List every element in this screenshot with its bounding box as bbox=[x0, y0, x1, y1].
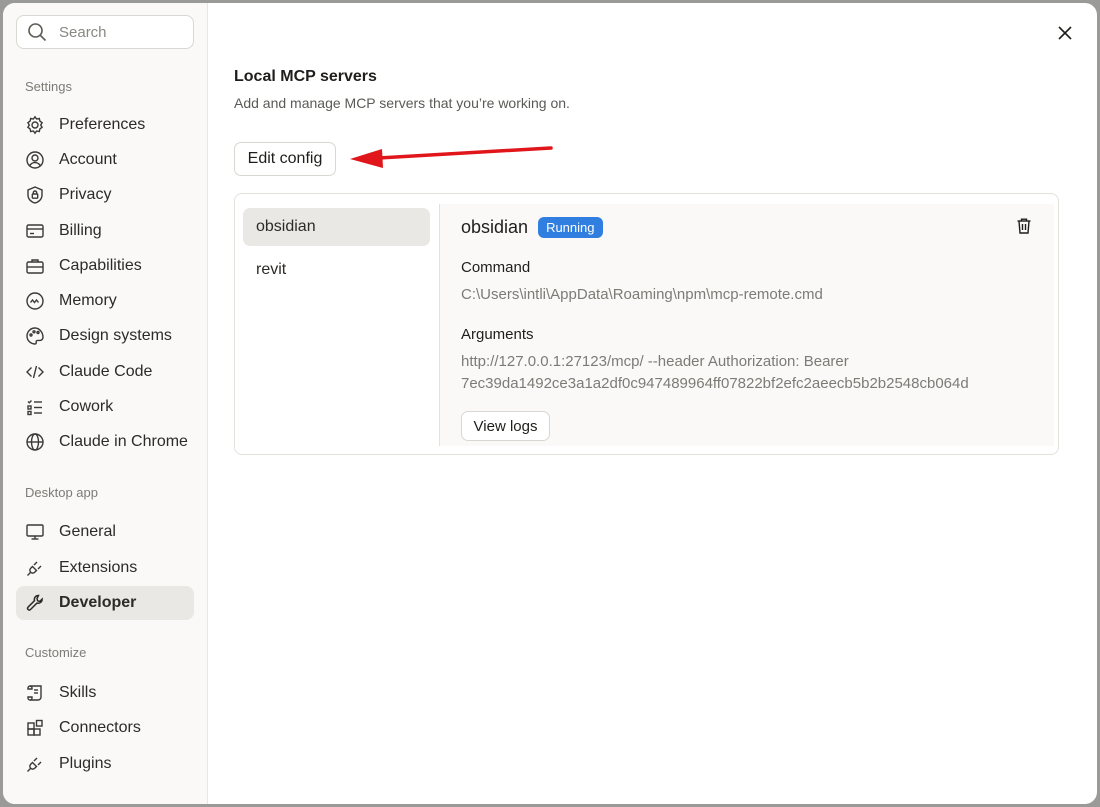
sidebar: Search Settings Preferences Account Priv… bbox=[3, 3, 208, 804]
shield-lock-icon bbox=[27, 186, 43, 204]
plug-icon bbox=[27, 561, 42, 576]
sidebar-item-account[interactable]: Account bbox=[16, 143, 194, 177]
delete-server-button[interactable] bbox=[1016, 217, 1032, 235]
blocks-icon bbox=[27, 719, 43, 736]
sidebar-item-capabilities[interactable]: Capabilities bbox=[16, 249, 194, 283]
sidebar-item-plugins[interactable]: Plugins bbox=[16, 747, 194, 781]
memory-icon bbox=[26, 292, 44, 310]
sidebar-item-label: Design systems bbox=[59, 327, 172, 344]
sidebar-item-privacy[interactable]: Privacy bbox=[16, 178, 194, 212]
mcp-servers-panel: obsidian revit obsidian Running Command … bbox=[234, 193, 1059, 455]
sidebar-item-claude-in-chrome[interactable]: Claude in Chrome bbox=[16, 425, 194, 459]
main-content: Local MCP servers Add and manage MCP ser… bbox=[208, 3, 1097, 804]
server-name: obsidian bbox=[461, 216, 529, 237]
section-label-desktop-app: Desktop app bbox=[25, 485, 98, 500]
sidebar-item-label: Account bbox=[59, 151, 117, 168]
sidebar-item-skills[interactable]: Skills bbox=[16, 676, 194, 710]
palette-icon bbox=[26, 327, 44, 345]
server-item-revit[interactable]: revit bbox=[243, 251, 430, 289]
sidebar-item-label: Claude in Chrome bbox=[59, 433, 188, 450]
sidebar-item-label: Developer bbox=[59, 594, 137, 611]
sidebar-item-billing[interactable]: Billing bbox=[16, 214, 194, 248]
sidebar-item-claude-code[interactable]: Claude Code bbox=[16, 355, 194, 389]
user-circle-icon bbox=[26, 151, 44, 169]
arguments-line-2: 7ec39da1492ce3a1a2df0c947489964ff07822bf… bbox=[461, 375, 969, 392]
sidebar-item-cowork[interactable]: Cowork bbox=[16, 390, 194, 424]
command-value: C:\Users\intli\AppData\Roaming\npm\mcp-r… bbox=[461, 286, 823, 303]
close-icon bbox=[1058, 26, 1072, 40]
scroll-icon bbox=[27, 685, 42, 701]
checklist-icon bbox=[27, 400, 42, 416]
sidebar-item-label: General bbox=[59, 523, 116, 540]
sidebar-item-label: Skills bbox=[59, 684, 97, 701]
sidebar-item-label: Memory bbox=[59, 292, 117, 309]
arguments-label: Arguments bbox=[461, 326, 534, 343]
command-label: Command bbox=[461, 259, 531, 276]
globe-icon bbox=[26, 433, 44, 451]
sidebar-item-design-systems[interactable]: Design systems bbox=[16, 319, 194, 353]
server-item-obsidian[interactable]: obsidian bbox=[243, 208, 430, 246]
wrench-icon bbox=[26, 594, 43, 611]
view-logs-button[interactable]: View logs bbox=[461, 411, 550, 441]
sidebar-item-memory[interactable]: Memory bbox=[16, 284, 194, 318]
annotation-arrow-icon bbox=[350, 146, 553, 168]
section-label-settings: Settings bbox=[25, 79, 72, 94]
server-list: obsidian revit bbox=[243, 208, 430, 294]
sidebar-item-label: Claude Code bbox=[59, 363, 153, 380]
close-button[interactable] bbox=[1055, 23, 1075, 43]
page-title: Local MCP servers bbox=[234, 68, 377, 85]
status-badge: Running bbox=[538, 216, 603, 238]
sidebar-item-general[interactable]: General bbox=[16, 515, 194, 549]
sidebar-item-label: Cowork bbox=[59, 398, 114, 415]
code-icon bbox=[26, 365, 44, 379]
server-detail: obsidian Running Command C:\Users\intli\… bbox=[440, 204, 1054, 446]
sidebar-item-label: Billing bbox=[59, 222, 102, 239]
server-detail-header: obsidian Running bbox=[461, 215, 1054, 239]
settings-window: Search Settings Preferences Account Priv… bbox=[3, 3, 1097, 804]
server-item-label: obsidian bbox=[256, 218, 316, 235]
credit-card-icon bbox=[26, 224, 44, 238]
page-subtitle: Add and manage MCP servers that you’re w… bbox=[234, 95, 570, 111]
sidebar-item-connectors[interactable]: Connectors bbox=[16, 711, 194, 745]
sidebar-item-extensions[interactable]: Extensions bbox=[16, 551, 194, 585]
sidebar-item-label: Extensions bbox=[59, 559, 138, 576]
monitor-icon bbox=[26, 524, 44, 540]
sidebar-item-label: Capabilities bbox=[59, 257, 142, 274]
search-input[interactable]: Search bbox=[16, 15, 194, 49]
sidebar-item-label: Connectors bbox=[59, 719, 141, 736]
gear-icon bbox=[26, 115, 44, 135]
edit-config-button[interactable]: Edit config bbox=[234, 142, 336, 176]
sidebar-item-developer[interactable]: Developer bbox=[16, 586, 194, 620]
plug-icon bbox=[27, 757, 42, 772]
section-label-customize: Customize bbox=[25, 645, 87, 660]
toolbox-icon bbox=[26, 259, 44, 274]
server-item-label: revit bbox=[256, 261, 287, 278]
arguments-line-1: http://127.0.0.1:27123/mcp/ --header Aut… bbox=[461, 353, 849, 370]
search-icon bbox=[28, 23, 47, 42]
sidebar-item-label: Plugins bbox=[59, 755, 112, 772]
arguments-value: http://127.0.0.1:27123/mcp/ --header Aut… bbox=[461, 351, 1054, 395]
search-placeholder: Search bbox=[59, 23, 107, 41]
trash-icon bbox=[1017, 218, 1031, 234]
sidebar-item-label: Privacy bbox=[59, 186, 112, 203]
sidebar-item-preferences[interactable]: Preferences bbox=[16, 108, 194, 142]
sidebar-item-label: Preferences bbox=[59, 116, 146, 133]
